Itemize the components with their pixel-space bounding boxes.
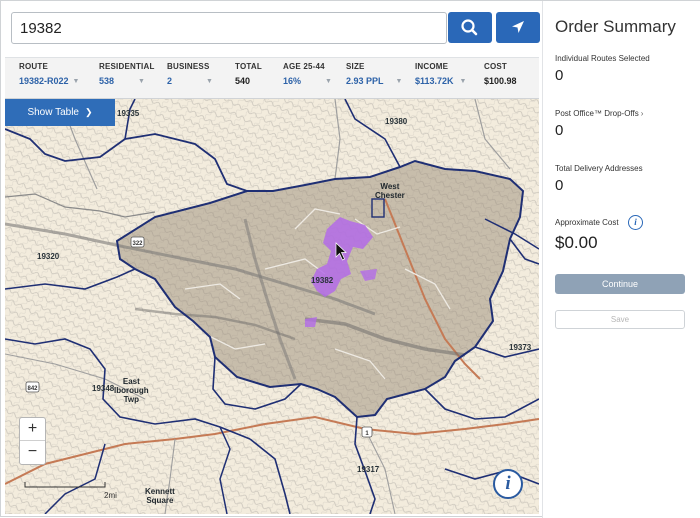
delivery-addresses-value: 0 <box>555 177 564 194</box>
po-dropoffs-value: 0 <box>555 122 564 139</box>
zip-label: 19335 <box>117 109 140 118</box>
po-dropoffs-label: Post Office™ Drop-Offs <box>555 109 639 118</box>
place-label-kennett-square: Kennett Square <box>145 487 175 505</box>
stat-residential[interactable]: RESIDENTIAL 538 ▼ <box>99 62 155 86</box>
stat-label: INCOME <box>415 62 449 71</box>
chevron-down-icon: ▼ <box>206 78 213 86</box>
delivery-addresses-label: Total Delivery Addresses <box>555 164 643 173</box>
search-icon <box>461 19 478 36</box>
zip-label: 19320 <box>37 252 60 261</box>
search-bar <box>5 9 540 51</box>
map-info-button[interactable]: i <box>493 469 523 499</box>
search-button[interactable] <box>448 12 492 43</box>
zip-label: 19382 <box>311 276 334 285</box>
place-label-line: Square <box>146 496 174 505</box>
stat-value: 540 <box>235 76 251 86</box>
approximate-cost-value: $0.00 <box>555 233 598 252</box>
stat-cost: COST $100.98 <box>484 62 517 86</box>
zip-label: 19348 <box>92 384 115 393</box>
chevron-down-icon: ▼ <box>72 78 80 86</box>
cost-info-button[interactable]: i <box>628 215 643 230</box>
highway-shield-842: 842 <box>25 381 40 393</box>
chevron-right-icon: › <box>640 109 644 118</box>
info-icon: i <box>505 473 511 494</box>
svg-text:322: 322 <box>132 241 143 247</box>
stat-label: BUSINESS <box>167 62 210 71</box>
search-input[interactable] <box>11 12 447 44</box>
place-label-line: lborough <box>114 386 149 395</box>
stat-value: 19382-R022 ▼ <box>19 76 80 86</box>
save-button[interactable]: Save <box>555 310 685 329</box>
stat-label: SIZE <box>346 62 365 71</box>
stat-label: RESIDENTIAL <box>99 62 155 71</box>
stat-label: TOTAL <box>235 62 262 71</box>
stat-total: TOTAL 540 <box>235 62 262 86</box>
stat-age[interactable]: AGE 25-44 16% ▼ <box>283 62 332 86</box>
route-stats-bar: ROUTE 19382-R022 ▼ RESIDENTIAL 538 ▼ BUSIN… <box>5 57 539 99</box>
zip-label: 19380 <box>385 117 408 126</box>
zoom-control: + − <box>19 417 46 465</box>
chevron-down-icon: ▼ <box>325 78 332 86</box>
place-label-line: Twp <box>123 395 140 404</box>
chevron-down-icon: ▼ <box>395 78 403 86</box>
stat-value: $100.98 <box>484 76 517 86</box>
place-label-west-chester: West Chester <box>375 182 405 200</box>
zip-label: 19373 <box>509 343 532 352</box>
chevron-down-icon: ❯ <box>84 107 93 117</box>
map-canvas[interactable]: 322 842 1 <box>5 99 539 514</box>
scale-label: 2mi <box>104 491 117 500</box>
stat-label: AGE 25-44 <box>283 62 325 71</box>
info-icon: i <box>634 217 637 227</box>
stat-value: 2.93 PPL ▼ <box>346 76 403 86</box>
stat-size[interactable]: SIZE 2.93 PPL ▼ <box>346 62 402 86</box>
chevron-down-icon: ▼ <box>138 78 145 86</box>
place-label-line: Chester <box>375 191 405 200</box>
order-summary-title: Order Summary <box>555 17 676 36</box>
svg-text:842: 842 <box>27 386 38 392</box>
route-map[interactable]: 322 842 1 Show Table ❯ 19335 19380 19320 … <box>5 99 539 514</box>
routes-selected-label: Individual Routes Selected <box>555 54 650 63</box>
stat-value: $113.72K ▼ <box>415 76 467 86</box>
chevron-down-icon: ▼ <box>459 78 467 86</box>
approximate-cost-label: Approximate Cost <box>555 218 619 227</box>
stat-value: 2 ▼ <box>167 76 213 86</box>
stat-value: 16% ▼ <box>283 76 332 86</box>
zip-label: 19317 <box>357 465 380 474</box>
continue-button[interactable]: Continue <box>555 274 685 294</box>
stat-label: ROUTE <box>19 62 48 71</box>
locate-button[interactable] <box>496 12 540 43</box>
app-frame: ROUTE 19382-R022▼ RESIDENTIAL 538▼ BUSIN… <box>0 0 700 518</box>
stat-value: 538 ▼ <box>99 76 145 86</box>
place-label-line: East <box>122 377 140 386</box>
stat-route[interactable]: ROUTE 19382-R022 ▼ <box>19 62 79 86</box>
highway-shield-1: 1 <box>361 426 373 438</box>
zoom-in-button[interactable]: + <box>20 418 45 441</box>
place-label-line: Kennett <box>145 487 175 496</box>
po-dropoffs-link[interactable]: Post Office™ Drop-Offs › <box>555 109 643 118</box>
highway-shield-322: 322 <box>130 236 145 248</box>
stat-income[interactable]: INCOME $113.72K ▼ <box>415 62 466 86</box>
zoom-out-button[interactable]: − <box>20 441 45 464</box>
location-arrow-icon <box>512 21 524 33</box>
place-label-line: West <box>380 182 400 191</box>
order-summary-panel: Order Summary Individual Routes Selected… <box>542 1 700 518</box>
routes-selected-value: 0 <box>555 67 564 84</box>
show-table-label: Show Table <box>27 107 79 118</box>
place-label-east-bradford: East lborough Twp <box>114 377 149 404</box>
stat-label: COST <box>484 62 508 71</box>
show-table-button[interactable]: Show Table ❯ <box>5 99 115 126</box>
stat-business[interactable]: BUSINESS 2 ▼ <box>167 62 213 86</box>
